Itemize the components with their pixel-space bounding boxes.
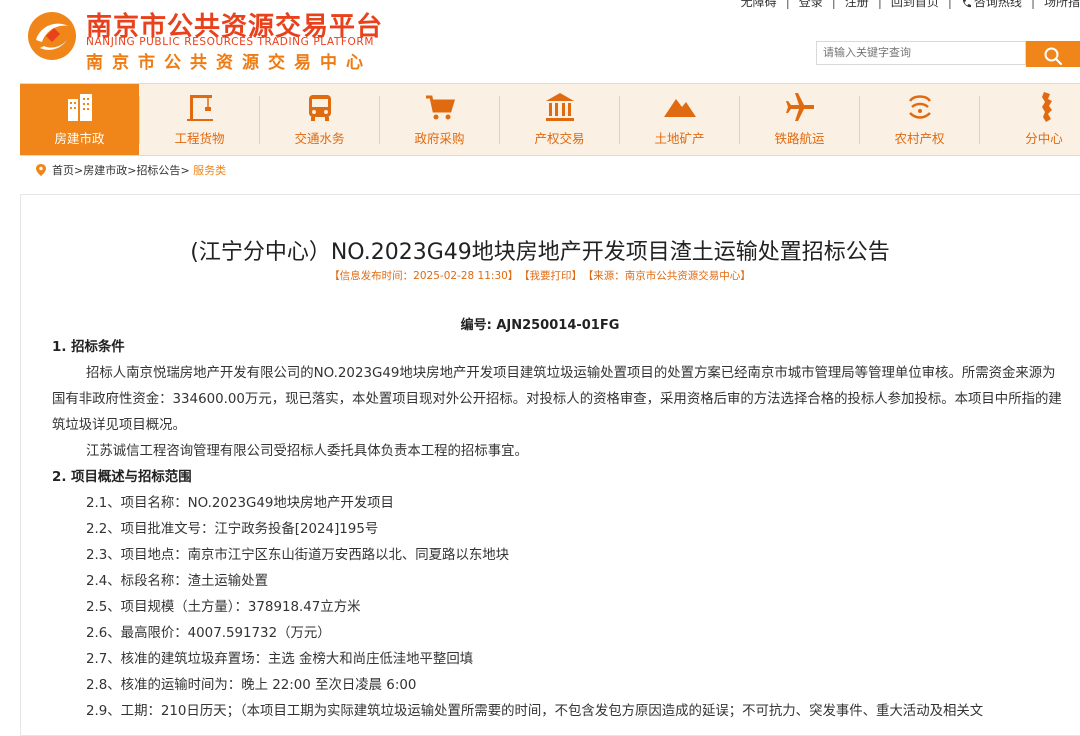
article-source: 【来源：南京市公共资源交易中心】 [588,270,751,282]
nav-item-jiaotong[interactable]: 交通水务 [260,84,379,155]
list-item: 2.9、工期：210日历天；（本项目工期为实际建筑垃圾运输处置所需要的时间，不包… [86,704,984,719]
site-subtitle: 南京市公共资源交易中心 [86,53,372,73]
article-title: (江宁分中心）NO.2023G49地块房地产开发项目渣土运输处置招标公告 [190,240,890,265]
register-link[interactable]: 注册 [845,0,869,9]
section-heading: 2. 项目概述与招标范围 [52,470,192,485]
search-bar [816,41,1080,67]
nav-item-gongcheng[interactable]: 工程货物 [140,84,259,155]
nav-item-fangjian[interactable]: 房建市政 [20,84,139,155]
nav-item-tudi[interactable]: 土地矿产 [620,84,739,155]
nav-label: 分中心 [1025,131,1063,146]
nav-label: 土地矿产 [654,131,705,146]
breadcrumb-fangjian[interactable]: 房建市政 [83,164,127,177]
site-header: 南京市公共资源交易平台 NANJING PUBLIC RESOURCES TRA… [0,0,1080,82]
search-icon [1044,47,1063,65]
section-paragraph: 江苏诚信工程咨询管理有限公司受招标人委托具体负责本工程的招标事宜。 [86,444,528,459]
building-icon [68,94,92,121]
bus-icon [309,95,331,121]
nav-label: 政府采购 [414,131,465,146]
search-button[interactable] [1026,41,1080,67]
home-link[interactable]: 回到首页 [891,0,939,9]
breadcrumb-home[interactable]: 首页 [52,164,74,177]
accessibility-link[interactable]: 无障碍 [741,0,777,9]
nav-label: 农村产权 [894,131,945,146]
mountain-icon [664,99,696,117]
article-meta: 【信息发布时间：2025-02-28 11:30】 【我要打印】 【来源：南京市公共… [0,268,1080,283]
nav-item-fenzhongxin[interactable]: 分中心 [980,84,1080,155]
breadcrumb: 首页>房建市政>招标公告> 服务类 [36,162,226,178]
nav-label: 工程货物 [174,131,225,146]
print-link[interactable]: 【我要打印】 [524,270,582,282]
list-item: 2.3、项目地点：南京市江宁区东山街道万安西路以北、同夏路以东地块 [86,548,510,563]
map-icon [1042,92,1052,122]
nav-label: 交通水务 [294,131,345,146]
site-title-en: NANJING PUBLIC RESOURCES TRADING PLATFOR… [86,36,374,48]
top-links: 无障碍 | 登录 | 注册 | 回到首页 | 咨询热线 | 场所指 [741,0,1080,10]
main-nav: 房建市政 工程货物 交通水务 政府采购 产权交易 土地矿产 铁路航运 农村产权 … [20,83,1080,156]
bank-icon [546,93,574,121]
nav-label: 铁路航运 [774,131,825,146]
list-item: 2.7、核准的建筑垃圾弃置场：主选 金榜大和尚庄低洼地平整回填 [86,652,474,667]
login-link[interactable]: 登录 [799,0,823,9]
phone-icon [962,0,971,7]
nav-item-chanquan[interactable]: 产权交易 [500,84,619,155]
venue-link[interactable]: 场所指 [1044,0,1080,9]
nav-item-caigou[interactable]: 政府采购 [380,84,499,155]
article-number: 编号: AJN250014-01FG [460,318,620,333]
list-item: 2.1、项目名称：NO.2023G49地块房地产开发项目 [86,496,394,511]
list-item: 2.6、最高限价：4007.591732（万元） [86,626,331,641]
nav-item-nongcun[interactable]: 农村产权 [860,84,979,155]
publish-time: 【信息发布时间：2025-02-28 11:30】 [329,270,519,282]
section-heading: 1. 招标条件 [52,340,125,355]
article-body: 1. 招标条件 招标人南京悦瑞房地产开发有限公司的NO.2023G49地块房地产… [52,335,1062,725]
list-item: 2.2、项目批准文号：江宁政务投备[2024]195号 [86,522,379,537]
crane-icon [187,95,213,121]
location-pin-icon [36,164,46,176]
section-paragraph: 招标人南京悦瑞房地产开发有限公司的NO.2023G49地块房地产开发项目建筑垃圾… [52,366,1062,433]
list-item: 2.4、标段名称：渣土运输处置 [86,574,268,589]
list-item: 2.5、项目规模（土方量）：378918.47立方米 [86,600,361,615]
farm-icon [908,95,932,119]
nav-item-tielu[interactable]: 铁路航运 [740,84,859,155]
breadcrumb-current: 服务类 [193,164,227,177]
nav-label: 房建市政 [54,131,105,146]
breadcrumb-zhaobiao[interactable]: 招标公告 [136,164,180,177]
list-item: 2.8、核准的运输时间为：晚上 22:00 至次日凌晨 6:00 [86,678,417,693]
cart-icon [426,95,456,120]
search-input[interactable] [816,41,1026,65]
plane-icon [786,93,814,121]
hotline-link[interactable]: 咨询热线 [974,0,1022,9]
platform-logo-icon[interactable] [26,10,78,62]
nav-label: 产权交易 [534,131,585,146]
